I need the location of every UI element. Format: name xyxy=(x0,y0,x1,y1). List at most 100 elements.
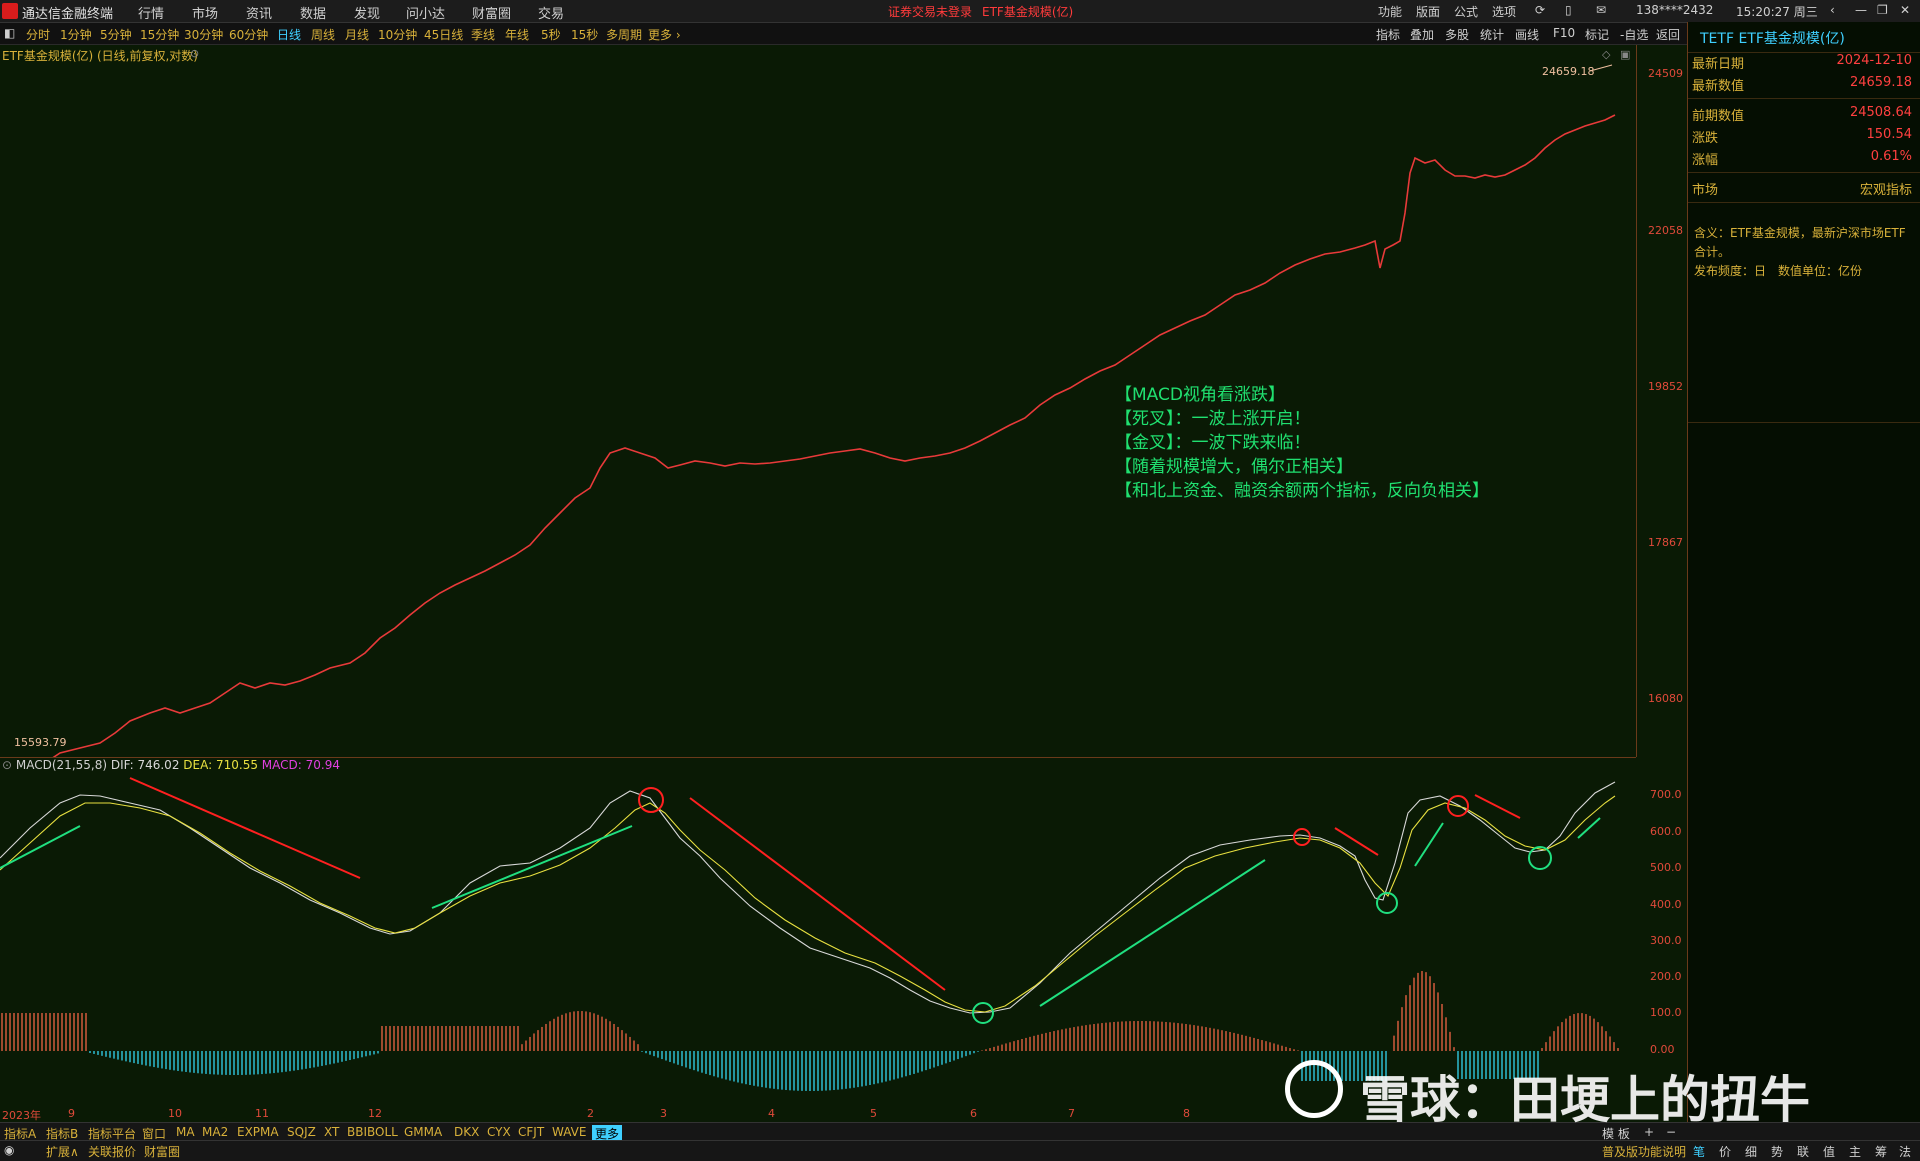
close-icon[interactable]: ✕ xyxy=(1900,3,1910,17)
panel-toggle-icon[interactable]: ◧ xyxy=(4,26,15,40)
menu-zixun[interactable]: 资讯 xyxy=(246,3,272,22)
period-season[interactable]: 季线 xyxy=(471,26,495,43)
divider xyxy=(1688,98,1920,99)
x-tick: 6 xyxy=(970,1107,977,1120)
macd-chart-area[interactable] xyxy=(0,757,1636,1110)
price-y-axis xyxy=(1636,45,1687,757)
period-45day[interactable]: 45日线 xyxy=(424,26,463,43)
x-tick: 11 xyxy=(255,1107,269,1120)
tab-cyx[interactable]: CYX xyxy=(487,1125,511,1139)
x-tick: 2 xyxy=(587,1107,594,1120)
tool-diejia[interactable]: 叠加 xyxy=(1410,26,1434,43)
period-5sec[interactable]: 5秒 xyxy=(541,26,561,43)
menu-banmian[interactable]: 版面 xyxy=(1416,3,1440,20)
tool-fanhui[interactable]: 返回 xyxy=(1656,26,1680,43)
refresh-icon[interactable]: ⟳ xyxy=(1535,3,1545,17)
x-tick: 8 xyxy=(1183,1107,1190,1120)
divider xyxy=(1688,202,1920,203)
info-row: 前期数值 24508.64 xyxy=(1692,105,1912,124)
tab-xt[interactable]: XT xyxy=(324,1125,339,1139)
x-tick: 2023年 xyxy=(2,1109,41,1122)
btn-bi[interactable]: 笔 xyxy=(1693,1143,1705,1160)
menu-jiaoyi[interactable]: 交易 xyxy=(538,3,564,22)
btn-jia[interactable]: 价 xyxy=(1719,1143,1731,1160)
tool-tongji[interactable]: 统计 xyxy=(1480,26,1504,43)
macd-options-icon[interactable]: ⊙ xyxy=(2,758,12,772)
toggle-icon[interactable]: ◉ xyxy=(4,1143,14,1157)
tool-biaoji[interactable]: 标记 xyxy=(1585,26,1609,43)
menu-shichang[interactable]: 市场 xyxy=(192,3,218,22)
tab-expand[interactable]: 扩展∧ xyxy=(46,1143,79,1160)
period-30min[interactable]: 30分钟 xyxy=(184,26,223,43)
tab-gmma[interactable]: GMMA xyxy=(404,1125,442,1139)
menu-gongneng[interactable]: 功能 xyxy=(1378,3,1402,20)
macd-title-row: ⊙ MACD(21,55,8) DIF: 746.02 DEA: 710.55 … xyxy=(2,758,340,772)
btn-xi[interactable]: 细 xyxy=(1745,1143,1757,1160)
login-status[interactable]: 证券交易未登录 xyxy=(888,3,972,20)
btn-chou[interactable]: 筹 xyxy=(1875,1143,1887,1160)
period-year[interactable]: 年线 xyxy=(505,26,529,43)
watermark: 雪球：田埂上的扭牛 xyxy=(1360,1071,1810,1129)
tab-ma[interactable]: MA xyxy=(176,1125,195,1139)
menu-xuanxiang[interactable]: 选项 xyxy=(1492,3,1516,20)
last-value-label: 24659.18 xyxy=(1542,65,1595,78)
period-monthly[interactable]: 月线 xyxy=(345,26,369,43)
back-icon[interactable]: ‹ xyxy=(1830,3,1835,17)
tab-ma2[interactable]: MA2 xyxy=(202,1125,228,1139)
tab-expma[interactable]: EXPMA xyxy=(237,1125,279,1139)
tool-duogu[interactable]: 多股 xyxy=(1445,26,1469,43)
period-more[interactable]: 更多 › xyxy=(648,26,681,43)
period-multi[interactable]: 多周期 xyxy=(606,26,642,43)
bottom-status-bar: ◉ 扩展∧ 关联报价 财富圈 普及版功能说明 笔 价 细 势 联 值 主 筹 法 xyxy=(0,1140,1920,1161)
tool-f10[interactable]: F10 xyxy=(1553,26,1575,40)
menu-caifuquan[interactable]: 财富圈 xyxy=(472,3,511,22)
annotation-text: 【MACD视角看涨跌】 【死叉】：一波上涨开启！ 【金叉】：一波下跌来临！ 【随… xyxy=(1115,383,1489,503)
window-icon[interactable]: ▣ xyxy=(1620,48,1630,61)
btn-fa[interactable]: 法 xyxy=(1899,1143,1911,1160)
period-15min[interactable]: 15分钟 xyxy=(140,26,179,43)
btn-lian[interactable]: 联 xyxy=(1797,1143,1809,1160)
btn-shi[interactable]: 势 xyxy=(1771,1143,1783,1160)
period-5min[interactable]: 5分钟 xyxy=(100,26,132,43)
btn-zhu[interactable]: 主 xyxy=(1849,1143,1861,1160)
restore-icon[interactable]: ❐ xyxy=(1877,3,1888,17)
x-tick: 9 xyxy=(68,1107,75,1120)
x-tick: 7 xyxy=(1068,1107,1075,1120)
tab-related-quote[interactable]: 关联报价 xyxy=(88,1143,136,1160)
chart-options-icon[interactable]: ⊙ xyxy=(190,47,199,60)
period-daily[interactable]: 日线 xyxy=(277,26,301,43)
period-weekly[interactable]: 周线 xyxy=(311,26,335,43)
btn-zhi[interactable]: 值 xyxy=(1823,1143,1835,1160)
tab-caifuquan[interactable]: 财富圈 xyxy=(144,1143,180,1160)
help-link[interactable]: 普及版功能说明 xyxy=(1602,1143,1686,1160)
tab-cfjt[interactable]: CFJT xyxy=(518,1125,544,1139)
period-fenshi[interactable]: 分时 xyxy=(26,26,50,43)
period-15sec[interactable]: 15秒 xyxy=(571,26,598,43)
tab-sqjz[interactable]: SQJZ xyxy=(287,1125,316,1139)
current-item-title: ETF基金规模(亿) xyxy=(982,5,1074,19)
menu-hangqing[interactable]: 行情 xyxy=(138,3,164,22)
minimize-icon[interactable]: — xyxy=(1855,3,1867,17)
mail-icon[interactable]: ✉ xyxy=(1596,3,1606,17)
account-label[interactable]: 138****2432 xyxy=(1636,3,1713,17)
description: 含义：ETF基金规模，最新沪深市场ETF合计。 发布频度：日 数值单位：亿份 xyxy=(1694,226,1906,278)
menu-shuju[interactable]: 数据 xyxy=(300,3,326,22)
dif-line xyxy=(0,781,1616,1014)
diamond-icon[interactable]: ◇ xyxy=(1602,48,1610,61)
menu-wenxiaoda[interactable]: 问小达 xyxy=(406,3,445,22)
macd-name[interactable]: MACD(21,55,8) xyxy=(16,758,107,772)
info-row: 最新日期 2024-12-10 xyxy=(1692,53,1912,72)
phone-icon[interactable]: ▯ xyxy=(1565,3,1572,17)
period-60min[interactable]: 60分钟 xyxy=(229,26,268,43)
period-1min[interactable]: 1分钟 xyxy=(60,26,92,43)
tool-huaxian[interactable]: 画线 xyxy=(1515,26,1539,43)
tool-zixuan[interactable]: -自选 xyxy=(1620,26,1648,43)
menu-gongshi[interactable]: 公式 xyxy=(1454,3,1478,20)
tab-wave[interactable]: WAVE xyxy=(552,1125,586,1139)
tab-bbiboll[interactable]: BBIBOLL xyxy=(347,1125,398,1139)
info-row: 市场 宏观指标 xyxy=(1692,183,1912,198)
tool-zhibiao[interactable]: 指标 xyxy=(1376,26,1400,43)
tab-dkx[interactable]: DKX xyxy=(454,1125,479,1139)
period-10min[interactable]: 10分钟 xyxy=(378,26,417,43)
menu-faxian[interactable]: 发现 xyxy=(354,3,380,22)
